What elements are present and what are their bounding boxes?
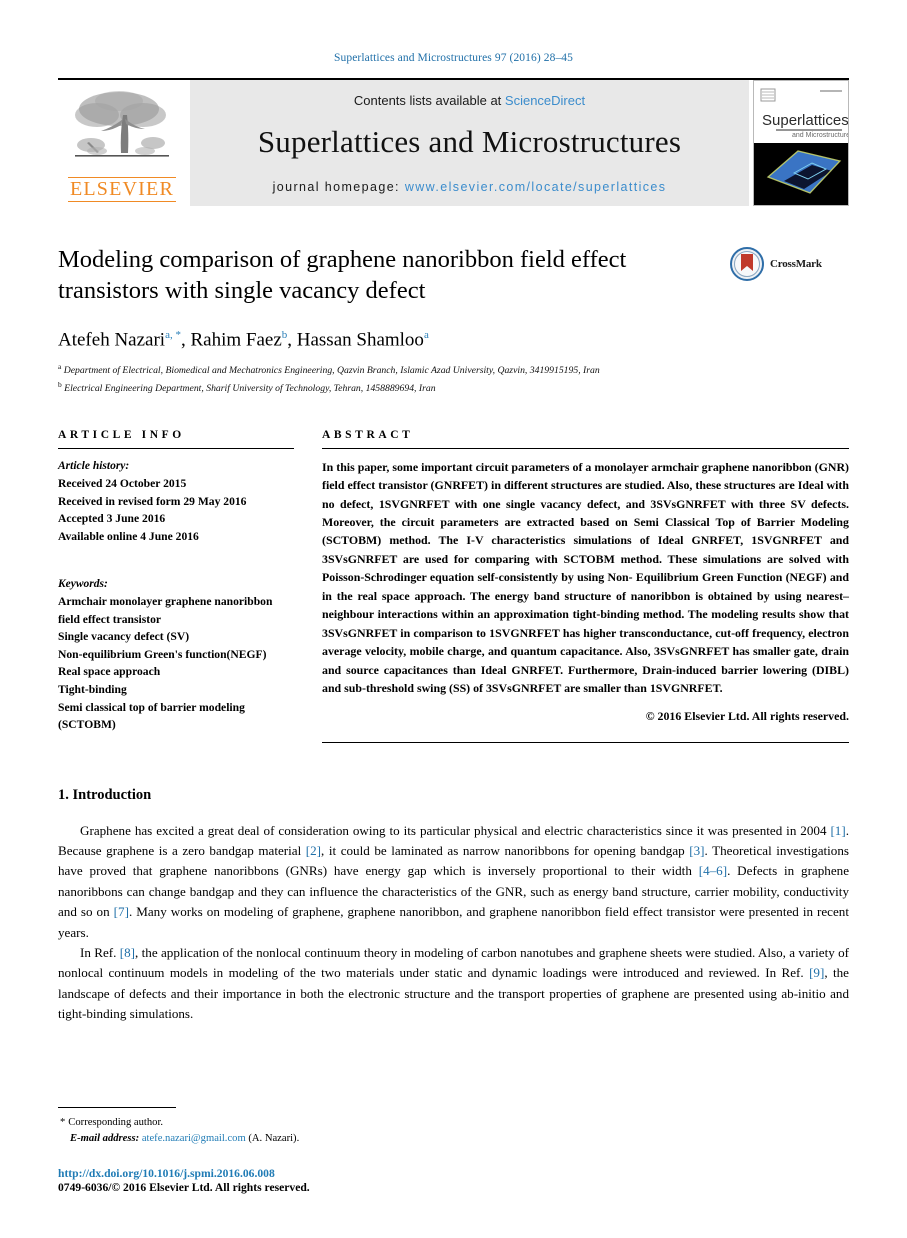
crossmark-badge[interactable]: CrossMark [729, 246, 849, 282]
abstract-column: ABSTRACT In this paper, some important c… [322, 429, 849, 743]
crossmark-label: CrossMark [770, 258, 822, 270]
keyword-item: Tight-binding [58, 683, 127, 697]
keyword-item: Armchair monolayer graphene nanoribbon f… [58, 594, 273, 626]
crossmark-icon [730, 247, 764, 281]
reference-link[interactable]: [4–6] [699, 863, 727, 878]
contents-prefix: Contents lists available at [353, 92, 505, 108]
author-name: Atefeh Nazari [58, 329, 166, 351]
issn-copyright-line: 0749-6036/© 2016 Elsevier Ltd. All right… [58, 1181, 310, 1194]
introduction-section: 1. Introduction Graphene has excited a g… [58, 787, 849, 1025]
affiliation-mark: a [58, 362, 62, 372]
running-head: Superlattices and Microstructures 97 (20… [334, 52, 573, 64]
journal-cover-thumbnail: Superlattices and Microstructures [753, 80, 849, 206]
elsevier-logo: ELSEVIER [58, 80, 186, 206]
article-info-heading: ARTICLE INFO [58, 428, 185, 441]
keywords-label: Keywords: [58, 577, 108, 590]
abstract-bottom-rule [322, 741, 849, 743]
para-text: , the application of the nonlocal contin… [58, 945, 849, 981]
keyword-item: Single vacancy defect (SV) [58, 630, 190, 644]
journal-homepage-line: journal homepage: www.elsevier.com/locat… [273, 180, 667, 194]
page-footer: * Corresponding author. E-mail address: a… [58, 1107, 849, 1194]
email-label: E-mail address: [70, 1133, 140, 1145]
para-text: . Many works on modeling of graphene, gr… [58, 904, 849, 940]
homepage-prefix: journal homepage: [272, 179, 405, 194]
intro-paragraph-1: Graphene has excited a great deal of con… [58, 821, 849, 944]
affiliation-text: Department of Electrical, Biomedical and… [63, 365, 600, 377]
contents-available-line: Contents lists available at ScienceDirec… [354, 93, 585, 108]
corresponding-author-note: * Corresponding author. E-mail address: a… [58, 1115, 849, 1147]
reference-link[interactable]: [3] [689, 843, 704, 858]
journal-homepage-link[interactable]: www.elsevier.com/locate/superlattices [405, 180, 667, 194]
keywords-block: Keywords: Armchair monolayer graphene na… [58, 576, 294, 734]
journal-band: Contents lists available at ScienceDirec… [190, 80, 749, 206]
elsevier-tree-icon [67, 85, 177, 177]
journal-masthead: ELSEVIER Contents lists available at Sci… [58, 78, 849, 206]
footnote-rule [58, 1107, 176, 1109]
email-line: E-mail address: atefe.nazari@gmail.com (… [70, 1131, 849, 1147]
abstract-copyright: © 2016 Elsevier Ltd. All rights reserved… [645, 708, 849, 723]
footnote-star: * [60, 1117, 66, 1129]
para-text: Graphene has excited a great deal of con… [80, 822, 831, 838]
history-item: Received 24 October 2015 [58, 477, 187, 491]
doi-link[interactable]: http://dx.doi.org/10.1016/j.spmi.2016.06… [58, 1167, 849, 1180]
reference-link[interactable]: [9] [809, 965, 824, 980]
author-list: Atefeh Nazaria, *, Rahim Faezb, Hassan S… [58, 328, 429, 351]
email-link[interactable]: atefe.nazari@gmail.com [142, 1133, 246, 1144]
keyword-item: Non-equilibrium Green's function(NEGF) [58, 647, 267, 661]
author-name: Hassan Shamloo [296, 329, 424, 351]
svg-text:and Microstructures: and Microstructures [792, 132, 849, 139]
svg-text:Superlattices: Superlattices [762, 112, 849, 129]
reference-link[interactable]: [8] [120, 945, 135, 960]
reference-link[interactable]: [7] [114, 904, 129, 919]
journal-title: Superlattices and Microstructures [257, 123, 682, 159]
corresponding-author-label: Corresponding author. [68, 1117, 164, 1129]
author-name: Rahim Faez [190, 329, 282, 351]
keyword-item: Semi classical top of barrier modeling (… [58, 700, 245, 732]
affiliation-mark: b [58, 379, 62, 389]
page-title: Modeling comparison of graphene nanoribb… [58, 246, 627, 305]
reference-link[interactable]: [2] [306, 843, 321, 858]
article-info-column: ARTICLE INFO Article history: Received 2… [58, 429, 294, 743]
article-history-label: Article history: [58, 459, 130, 472]
affiliation-item: a Department of Electrical, Biomedical a… [58, 361, 849, 379]
reference-link[interactable]: [1] [830, 823, 845, 838]
affiliation-item: b Electrical Engineering Department, Sha… [58, 379, 849, 397]
title-block: Modeling comparison of graphene nanoribb… [58, 244, 849, 397]
paper-page: Superlattices and Microstructures 97 (20… [0, 0, 907, 1238]
keyword-item: Real space approach [58, 665, 161, 679]
author-mark: a [423, 328, 429, 341]
abstract-text: In this paper, some important circuit pa… [322, 459, 849, 696]
intro-paragraph-2: In Ref. [8], the application of the nonl… [58, 943, 849, 1025]
affiliation-text: Electrical Engineering Department, Shari… [64, 383, 436, 395]
para-text: , it could be laminated as narrow nanori… [321, 842, 690, 858]
info-abstract-row: ARTICLE INFO Article history: Received 2… [58, 429, 849, 743]
sciencedirect-link[interactable]: ScienceDirect [505, 93, 585, 108]
abstract-body: In this paper, some important circuit pa… [322, 447, 849, 724]
history-item: Available online 4 June 2016 [58, 529, 199, 543]
section-heading-introduction: 1. Introduction [58, 786, 152, 803]
history-item: Accepted 3 June 2016 [58, 512, 166, 526]
abstract-heading: ABSTRACT [322, 428, 414, 441]
author-mark: b [281, 328, 288, 341]
author-mark: a, * [165, 328, 181, 341]
history-item: Received in revised form 29 May 2016 [58, 494, 247, 508]
email-suffix: (A. Nazari). [248, 1133, 300, 1145]
para-text: In Ref. [80, 945, 120, 961]
article-history-block: Article history: Received 24 October 201… [58, 447, 294, 546]
affiliation-list: a Department of Electrical, Biomedical a… [58, 361, 849, 397]
elsevier-wordmark: ELSEVIER [67, 177, 177, 202]
